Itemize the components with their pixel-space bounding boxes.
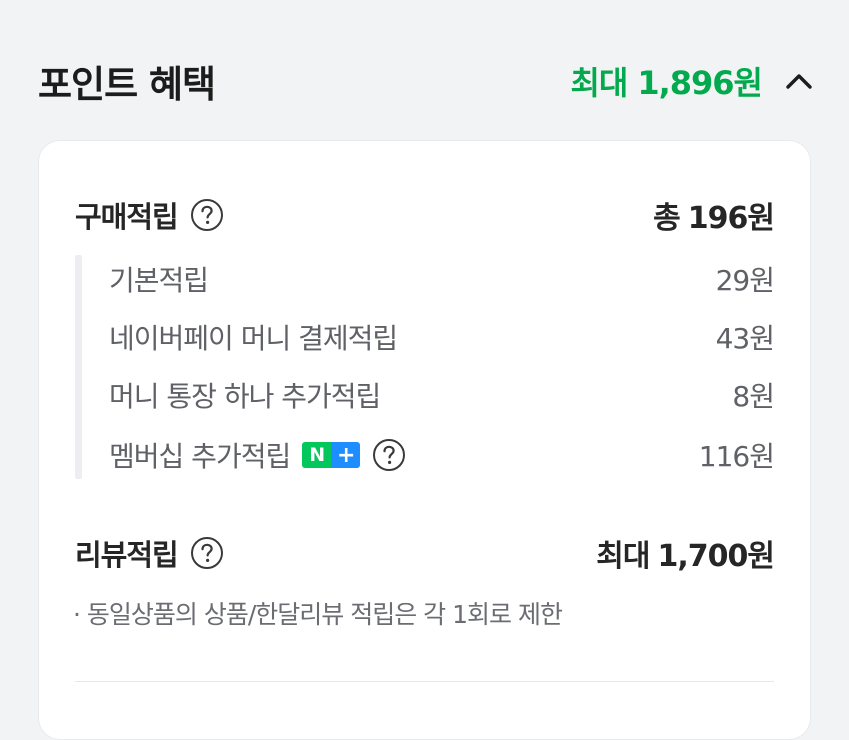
benefit-card: 구매적립 총 196원 기본적립 29원 네이버페이 머니 결제적립 43원 머니… (38, 140, 811, 740)
list-item-label: 머니 통장 하나 추가적립 (109, 380, 381, 413)
naver-plus-membership-badge: N + (302, 442, 361, 468)
list-item-value: 29원 (715, 264, 775, 297)
point-benefit-header: 포인트 혜택 최대 1,896원 (38, 50, 814, 112)
list-item: 머니 통장 하나 추가적립 8원 (109, 375, 775, 415)
max-prefix: 최대 (570, 64, 628, 102)
max-amount: 1,896원 (637, 64, 763, 102)
purchase-total-prefix: 총 (653, 201, 681, 236)
badge-plus: + (331, 442, 361, 468)
review-max-amount: 1,700원 (657, 539, 775, 574)
list-item-value: 43원 (715, 322, 775, 355)
review-points-row: 리뷰적립 최대 1,700원 (75, 531, 775, 575)
help-icon[interactable] (190, 198, 224, 232)
list-item: 네이버페이 머니 결제적립 43원 (109, 317, 775, 357)
list-item: 멤버십 추가적립 N + 116원 (109, 435, 775, 475)
review-notice: · 동일상품의 상품/한달리뷰 적립은 각 1회로 제한 (73, 600, 563, 629)
list-item-label: 네이버페이 머니 결제적립 (109, 322, 398, 355)
help-icon[interactable] (190, 536, 224, 570)
chevron-up-icon[interactable] (784, 66, 814, 96)
purchase-points-label: 구매적립 (75, 200, 179, 234)
sub-items-indicator (75, 255, 82, 479)
benefit-toggle[interactable]: 최대 1,896원 (570, 58, 814, 104)
list-item-value: 8원 (732, 380, 775, 413)
list-item-label: 멤버십 추가적립 (109, 440, 291, 473)
section-title: 포인트 혜택 (38, 63, 216, 106)
list-item-value: 116원 (698, 440, 775, 473)
purchase-total: 총 196원 (653, 193, 775, 237)
badge-n: N (302, 442, 332, 468)
help-icon[interactable] (372, 438, 406, 472)
list-item-label: 기본적립 (109, 264, 209, 297)
list-item: 기본적립 29원 (109, 259, 775, 299)
review-max: 최대 1,700원 (596, 531, 775, 575)
review-points-label: 리뷰적립 (75, 538, 179, 572)
max-benefit-amount: 최대 1,896원 (570, 58, 763, 104)
divider (75, 681, 774, 682)
purchase-total-amount: 196원 (687, 201, 775, 236)
purchase-points-row: 구매적립 총 196원 (75, 193, 775, 237)
review-max-prefix: 최대 (596, 539, 650, 574)
